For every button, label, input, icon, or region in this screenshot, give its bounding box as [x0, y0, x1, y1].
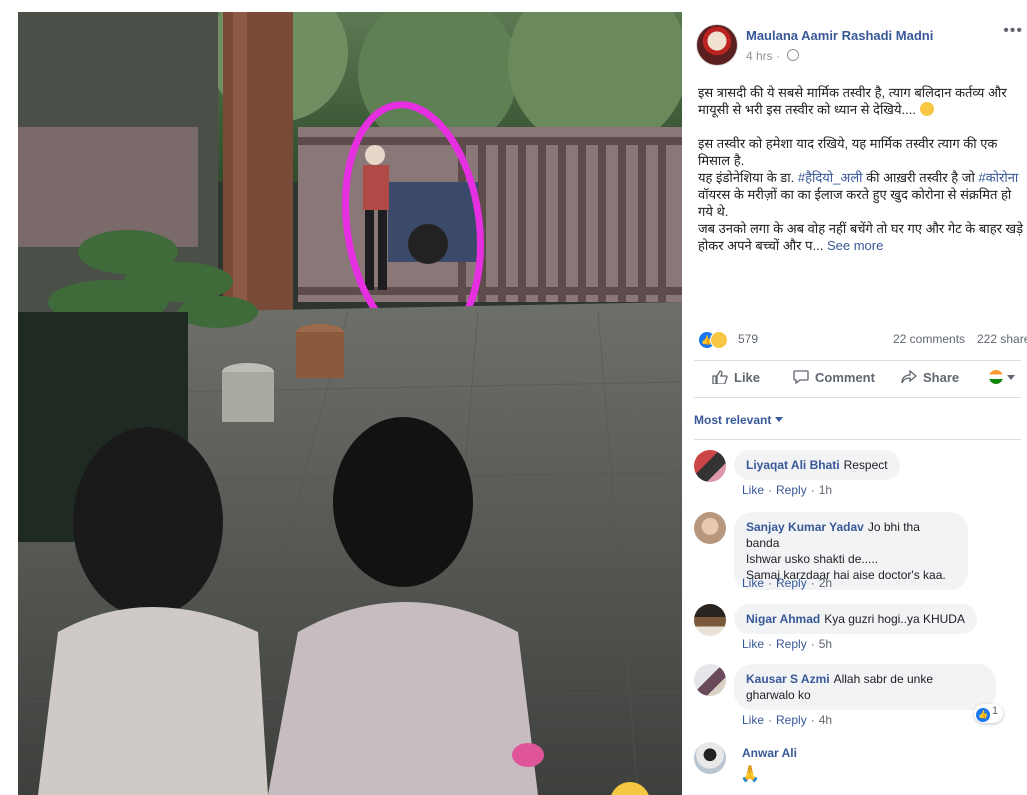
comment-reply-link[interactable]: Reply [776, 483, 807, 497]
shares-count[interactable]: 222 shares [977, 332, 1027, 346]
comment-time[interactable]: 4h [819, 713, 832, 727]
post-paragraph-4: जब उनको लगा के अब वोह नहीं बचेंगे तो घर … [698, 221, 1024, 253]
comment-like-link[interactable]: Like [742, 576, 764, 590]
post-actions: Like Comment Share [694, 366, 1027, 394]
reaction-count[interactable]: 579 [738, 332, 758, 346]
comment-button[interactable]: Comment [793, 370, 875, 385]
post-paragraph-2: इस तस्वीर को हमेशा याद रखिये, यह मार्मिक… [698, 136, 998, 168]
like-button[interactable]: Like [712, 370, 760, 385]
comment-like-link[interactable]: Like [742, 483, 764, 497]
comment-bubble: Liyaqat Ali Bhati Respect [734, 450, 900, 480]
comment-time[interactable]: 1h [819, 483, 832, 497]
comment-time[interactable]: 5h [819, 637, 832, 651]
post-paragraph-1: इस त्रासदी की ये सबसे मार्मिक तस्वीर है,… [698, 85, 1007, 117]
top-strip [0, 0, 1027, 12]
comment-reply-link[interactable]: Reply [776, 576, 807, 590]
comment-text: Ishwar usko shakti de..... [746, 552, 879, 566]
post-photo[interactable] [18, 12, 682, 795]
comment-like-link[interactable]: Like [742, 637, 764, 651]
comment-reaction-badge[interactable]: 👍 1 [974, 704, 1004, 723]
divider [694, 360, 1021, 361]
comment-reply-link[interactable]: Reply [776, 713, 807, 727]
post-meta: 4 hrs · [746, 49, 800, 63]
audience-selector[interactable] [989, 370, 1023, 388]
author-avatar[interactable] [696, 24, 738, 66]
avatar[interactable] [694, 742, 726, 774]
comment-author[interactable]: Anwar Ali [742, 746, 797, 760]
divider [694, 439, 1021, 440]
comment-text: Allah sabr de unke [833, 672, 933, 686]
post-text: इस त्रासदी की ये सबसे मार्मिक तस्वीर है,… [698, 84, 1024, 254]
comment-time[interactable]: 2h [819, 576, 832, 590]
reactions-bar: 👍 579 22 comments 222 shares [698, 330, 1027, 350]
like-reaction-icon: 👍 [976, 708, 990, 722]
praying-hands-icon: 🙏 [740, 766, 760, 783]
hashtag-link[interactable]: #हैदियो_अली [798, 170, 863, 185]
comments-count[interactable]: 22 comments [893, 332, 965, 346]
avatar[interactable] [694, 664, 726, 696]
comment-bubble: Kausar S Azmi Allah sabr de unke gharwalo… [734, 664, 996, 710]
comment-actions: Like · Reply · 4h [742, 713, 833, 727]
chevron-down-icon [1007, 375, 1015, 380]
comment-bubble: Nigar Ahmad Kya guzri hogi..ya KHUDA [734, 604, 977, 634]
left-margin [0, 0, 18, 795]
comment-text: Respect [843, 458, 888, 472]
comment-actions: Like · Reply · 2h [742, 576, 833, 590]
comment-author[interactable]: Liyaqat Ali Bhati [746, 458, 840, 472]
photo-scene [18, 12, 682, 795]
comment-item: Liyaqat Ali Bhati Respect Like · Reply · 1h [694, 450, 1024, 500]
comment-author[interactable]: Sanjay Kumar Yadav [746, 520, 864, 534]
comment-author[interactable]: Nigar Ahmad [746, 612, 820, 626]
thumbs-up-icon [712, 370, 728, 384]
divider [694, 397, 1021, 398]
comment-text: gharwalo ko [746, 688, 811, 702]
comment-icon [793, 370, 809, 384]
comment-item: Sanjay Kumar Yadav Jo bhi tha banda Ishwa… [694, 512, 1024, 594]
comment-reply-link[interactable]: Reply [776, 637, 807, 651]
comment-actions: Like · Reply · 5h [742, 637, 833, 651]
globe-icon [787, 49, 800, 61]
hashtag-link[interactable]: #कोरोना [978, 170, 1018, 185]
comment-item: Nigar Ahmad Kya guzri hogi..ya KHUDA Like… [694, 604, 1024, 656]
avatar[interactable] [694, 450, 726, 482]
sad-emoji-icon [919, 102, 934, 116]
share-icon [901, 370, 917, 384]
sad-reaction-icon[interactable] [710, 331, 728, 349]
comment-item: Kausar S Azmi Allah sabr de unke gharwalo… [694, 664, 1024, 730]
avatar[interactable] [694, 512, 726, 544]
more-dots-icon[interactable]: ••• [1003, 22, 1023, 40]
post-time[interactable]: 4 hrs [746, 49, 773, 63]
comment-like-link[interactable]: Like [742, 713, 764, 727]
post-panel: Maulana Aamir Rashadi Madni 4 hrs · ••• … [682, 12, 1027, 795]
chevron-down-icon [775, 417, 784, 422]
avatar[interactable] [694, 604, 726, 636]
comment-text: Kya guzri hogi..ya KHUDA [824, 612, 965, 626]
share-button[interactable]: Share [901, 370, 959, 385]
post-paragraph-3: यह इंडोनेशिया के डा. #हैदियो_अली की आख़र… [698, 170, 1019, 219]
comment-actions: Like · Reply · 1h [742, 483, 833, 497]
author-name[interactable]: Maulana Aamir Rashadi Madni [746, 28, 933, 43]
comment-item: Anwar Ali 🙏 [694, 742, 1024, 795]
comment-author[interactable]: Kausar S Azmi [746, 672, 830, 686]
comment-sort-dropdown[interactable]: Most relevant [694, 413, 784, 427]
flag-icon [989, 370, 1003, 384]
see-more-link[interactable]: See more [827, 238, 883, 253]
